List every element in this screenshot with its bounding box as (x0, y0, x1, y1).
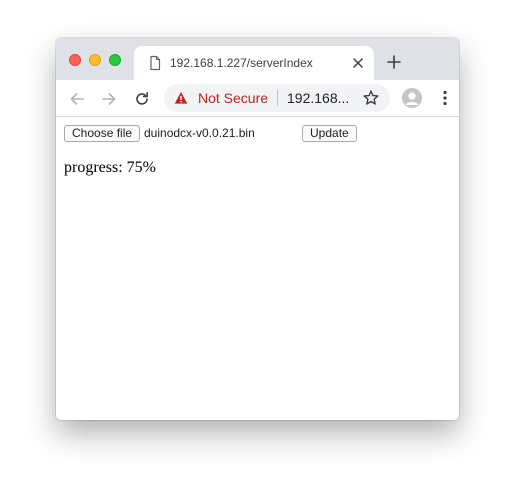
close-icon[interactable] (350, 55, 366, 71)
tab-strip: 192.168.1.227/serverIndex (56, 38, 459, 80)
star-icon[interactable] (362, 89, 380, 107)
warning-triangle-icon[interactable] (174, 91, 188, 105)
address-bar[interactable]: Not Secure 192.168... (164, 84, 390, 112)
choose-file-button[interactable]: Choose file (64, 125, 141, 142)
maximize-window-button[interactable] (109, 54, 121, 66)
kebab-menu-icon[interactable] (436, 89, 454, 107)
update-button[interactable]: Update (302, 125, 357, 142)
browser-toolbar: Not Secure 192.168... (56, 80, 459, 117)
reload-icon[interactable] (133, 90, 151, 108)
plus-icon[interactable] (386, 54, 402, 70)
address-bar-divider (277, 90, 278, 106)
minimize-window-button[interactable] (89, 54, 101, 66)
progress-text: progress: 75% (64, 159, 156, 176)
browser-window: 192.168.1.227/serverIndex Not Secure 192… (56, 38, 459, 420)
arrow-left-icon[interactable] (68, 90, 86, 108)
url-text[interactable]: 192.168... (287, 90, 349, 106)
avatar-icon[interactable] (402, 88, 422, 108)
document-icon (150, 55, 161, 71)
profile-silhouette-icon (402, 88, 422, 108)
arrow-right-icon[interactable] (100, 90, 118, 108)
selected-file-name: duinodcx-v0.0.21.bin (144, 126, 255, 140)
tab-active[interactable]: 192.168.1.227/serverIndex (134, 46, 374, 80)
tab-title: 192.168.1.227/serverIndex (170, 56, 313, 70)
security-status-label[interactable]: Not Secure (198, 90, 268, 106)
page-content: Choose file duinodcx-v0.0.21.bin Update … (56, 117, 459, 420)
close-window-button[interactable] (69, 54, 81, 66)
